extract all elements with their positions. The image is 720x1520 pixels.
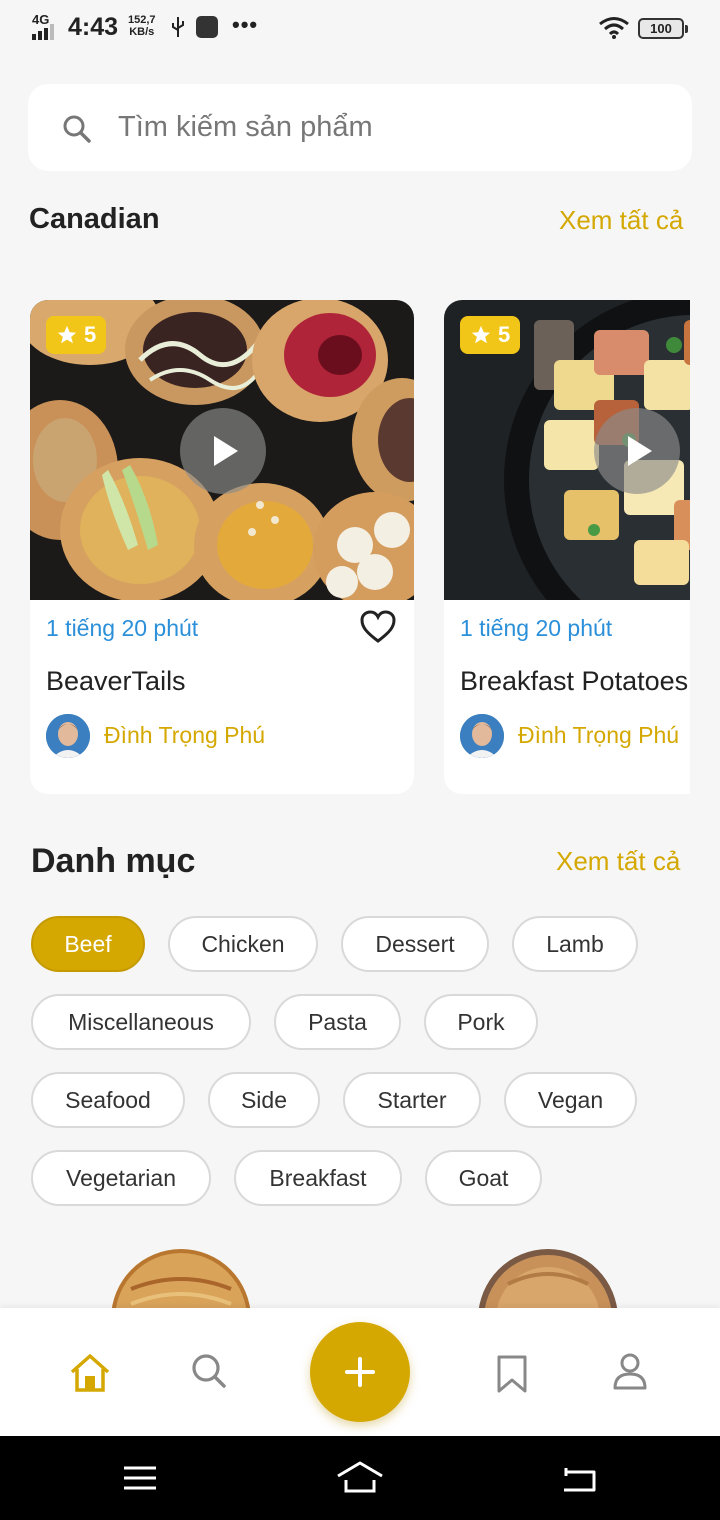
recipe-carousel[interactable]: 5 1 tiếng 20 phút BeaverTails Đình Trọng… bbox=[30, 300, 690, 796]
usb-icon bbox=[172, 17, 184, 37]
bookmark-icon[interactable] bbox=[496, 1354, 528, 1394]
rating-value: 5 bbox=[84, 322, 97, 347]
bottom-navigation bbox=[0, 1308, 720, 1436]
category-chip-miscellaneous[interactable]: Miscellaneous bbox=[31, 994, 251, 1050]
search-icon[interactable] bbox=[190, 1352, 228, 1390]
author-avatar bbox=[460, 714, 504, 758]
wifi-icon bbox=[599, 17, 629, 39]
author-name: Đình Trọng Phú bbox=[518, 722, 680, 748]
recipe-card[interactable]: 5 1 tiếng 20 phút BeaverTails Đình Trọng… bbox=[30, 300, 414, 794]
categories-see-all-link[interactable]: Xem tất cả bbox=[556, 846, 680, 877]
add-recipe-button[interactable] bbox=[310, 1322, 410, 1422]
category-chip-lamb[interactable]: Lamb bbox=[512, 916, 638, 972]
play-video-button[interactable] bbox=[594, 408, 680, 494]
rating-value: 5 bbox=[498, 322, 511, 347]
category-chip-breakfast[interactable]: Breakfast bbox=[234, 1150, 402, 1206]
more-notifications-icon: ••• bbox=[232, 12, 259, 37]
network-type: 4G bbox=[32, 12, 50, 27]
featured-section-title: Canadian bbox=[29, 203, 160, 235]
category-chip-pork[interactable]: Pork bbox=[424, 994, 538, 1050]
category-chip-dessert[interactable]: Dessert bbox=[341, 916, 489, 972]
speed-unit: KB/s bbox=[129, 26, 155, 38]
category-chip-chicken[interactable]: Chicken bbox=[168, 916, 318, 972]
star-icon bbox=[57, 325, 77, 344]
recipe-image: 5 bbox=[444, 300, 690, 600]
cook-time: 1 tiếng 20 phút bbox=[46, 615, 199, 641]
rating-badge: 5 bbox=[46, 316, 107, 354]
home-icon[interactable] bbox=[68, 1352, 112, 1394]
battery-icon: 100 bbox=[638, 18, 688, 39]
recipe-image: 5 bbox=[30, 300, 414, 600]
favorite-heart-icon[interactable] bbox=[360, 610, 396, 644]
profile-icon[interactable] bbox=[612, 1352, 648, 1390]
search-input[interactable]: Tìm kiếm sản phẩm bbox=[28, 84, 692, 171]
speed-value: 152,7 bbox=[128, 14, 156, 26]
rating-badge: 5 bbox=[460, 316, 521, 354]
star-icon bbox=[471, 325, 491, 344]
signal-icon: 4G bbox=[30, 12, 60, 40]
clock: 4:43 bbox=[68, 13, 119, 41]
status-bar: 4G 4:43 152,7 KB/s ••• 100 bbox=[0, 0, 720, 56]
featured-see-all-link[interactable]: Xem tất cả bbox=[559, 205, 683, 236]
recipe-name: BeaverTails bbox=[46, 666, 186, 696]
category-chip-vegan[interactable]: Vegan bbox=[504, 1072, 637, 1128]
categories-section-title: Danh mục bbox=[31, 842, 196, 880]
back-icon[interactable] bbox=[560, 1464, 598, 1494]
author-avatar bbox=[46, 714, 90, 758]
category-chip-side[interactable]: Side bbox=[208, 1072, 320, 1128]
search-placeholder: Tìm kiếm sản phẩm bbox=[118, 111, 373, 143]
menu-icon[interactable] bbox=[122, 1464, 158, 1492]
category-chip-starter[interactable]: Starter bbox=[343, 1072, 481, 1128]
category-chip-pasta[interactable]: Pasta bbox=[274, 994, 401, 1050]
cook-time: 1 tiếng 20 phút bbox=[460, 615, 613, 641]
category-chip-goat[interactable]: Goat bbox=[425, 1150, 542, 1206]
home-button-icon[interactable] bbox=[336, 1460, 384, 1494]
network-speed: 152,7 KB/s bbox=[128, 14, 156, 38]
system-navigation-bar bbox=[0, 1436, 720, 1520]
category-chip-vegetarian[interactable]: Vegetarian bbox=[31, 1150, 211, 1206]
search-icon bbox=[63, 115, 91, 143]
play-video-button[interactable] bbox=[180, 408, 266, 494]
category-chip-seafood[interactable]: Seafood bbox=[31, 1072, 185, 1128]
author-name: Đình Trọng Phú bbox=[104, 722, 266, 748]
category-chip-beef[interactable]: Beef bbox=[31, 916, 145, 972]
recipe-name: Breakfast Potatoes bbox=[460, 666, 689, 696]
app-notification-icon bbox=[196, 16, 218, 38]
recipe-card[interactable]: 5 1 tiếng 20 phút Breakfast Potatoes Đìn… bbox=[444, 300, 690, 794]
